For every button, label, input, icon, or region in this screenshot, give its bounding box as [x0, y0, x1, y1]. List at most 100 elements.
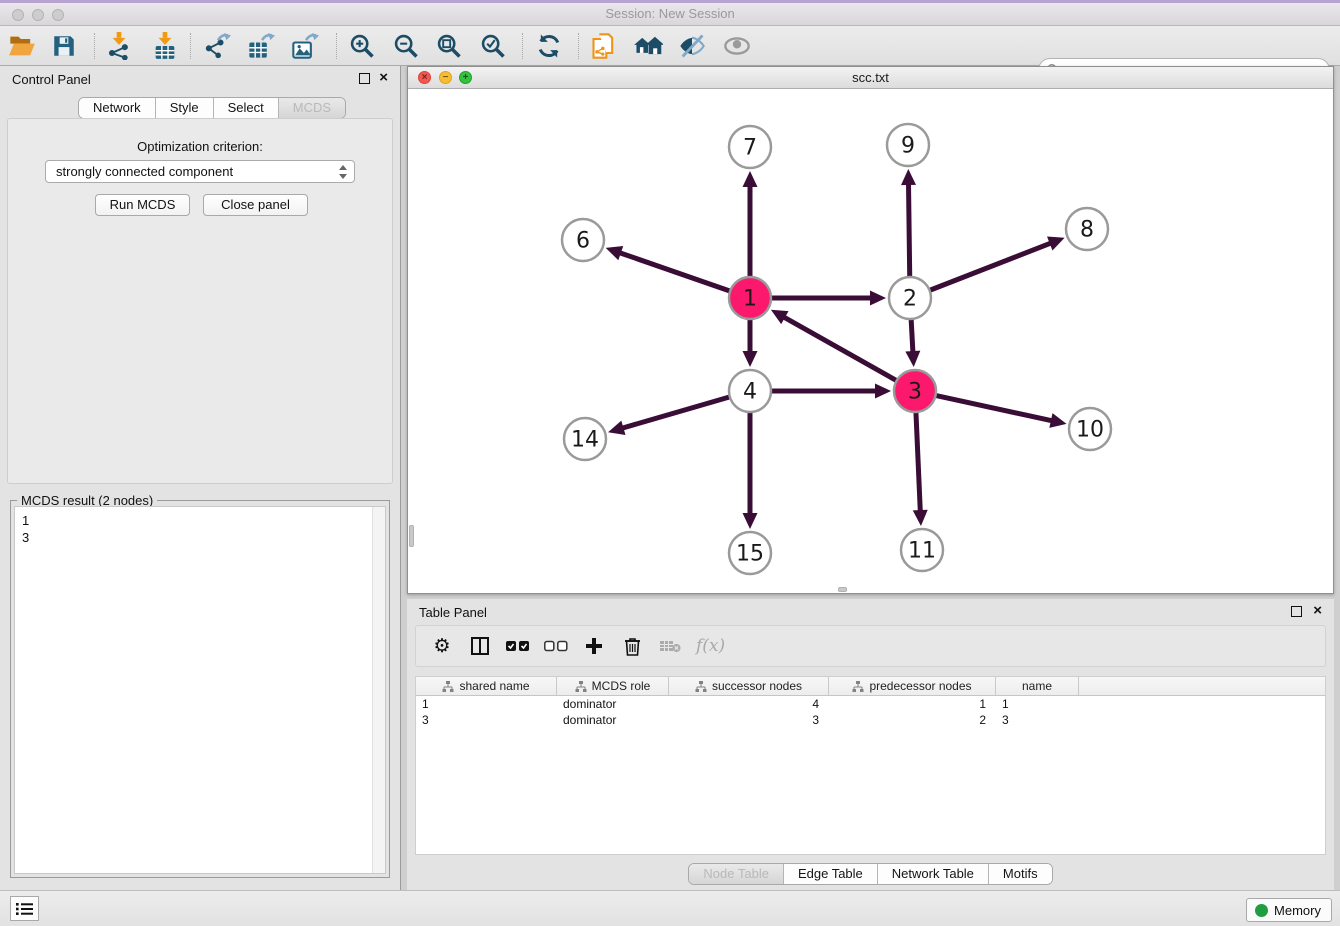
hide-graphics-details-icon[interactable]: [676, 31, 708, 61]
tab-mcds[interactable]: MCDS: [279, 98, 345, 118]
table-options-icon[interactable]: ⚙: [430, 632, 454, 660]
edge-4-14[interactable]: [621, 397, 729, 429]
save-session-icon[interactable]: [48, 31, 80, 61]
table-panel-float-icon[interactable]: [1291, 606, 1302, 617]
tab-style[interactable]: Style: [156, 98, 214, 118]
zoom-in-icon[interactable]: [346, 31, 378, 61]
zoom-out-icon[interactable]: [390, 31, 422, 61]
mcds-tab-content: Optimization criterion: strongly connect…: [7, 118, 393, 484]
table-tab-node-table[interactable]: Node Table: [689, 864, 784, 884]
home-icon[interactable]: [632, 31, 664, 61]
table-toolbar: ⚙ f(x): [415, 625, 1326, 667]
table-row[interactable]: 3dominator323: [416, 712, 1325, 728]
select-stepper-icon: [338, 164, 348, 186]
column-header-MCDS-role[interactable]: MCDS role: [557, 677, 669, 695]
column-header-successor-nodes[interactable]: successor nodes: [669, 677, 829, 695]
cell-successor-nodes[interactable]: 3: [669, 712, 829, 728]
run-mcds-button[interactable]: Run MCDS: [95, 194, 190, 216]
cell-shared-name[interactable]: 3: [416, 712, 557, 728]
function-builder-icon[interactable]: f(x): [696, 632, 725, 660]
select-all-columns-icon[interactable]: [506, 632, 530, 660]
delete-column-icon[interactable]: [620, 632, 644, 660]
cell-predecessor-nodes[interactable]: 2: [829, 712, 996, 728]
unselect-all-columns-icon[interactable]: [544, 632, 568, 660]
node-label-8: 8: [1080, 218, 1094, 243]
table-panel-title: Table Panel: [419, 605, 487, 620]
list-icon: [16, 902, 33, 916]
arrowhead-1-6: [606, 246, 624, 260]
show-graphics-details-icon[interactable]: [721, 31, 753, 61]
node-label-3: 3: [908, 380, 922, 405]
control-panel-title: Control Panel: [12, 72, 91, 87]
app-titlebar: Session: New Session: [0, 0, 1340, 26]
cell-shared-name[interactable]: 1: [416, 696, 557, 712]
mcds-result-lines: 13: [22, 512, 385, 546]
column-header-predecessor-nodes[interactable]: predecessor nodes: [829, 677, 996, 695]
cell-MCDS-role[interactable]: dominator: [557, 696, 669, 712]
memory-button[interactable]: Memory: [1246, 898, 1332, 922]
delete-table-icon[interactable]: [658, 632, 682, 660]
arrowhead-2-9: [901, 169, 916, 185]
import-network-icon[interactable]: [103, 31, 135, 61]
open-session-icon[interactable]: [6, 31, 38, 61]
cell-predecessor-nodes[interactable]: 1: [829, 696, 996, 712]
edge-3-11[interactable]: [916, 412, 920, 512]
refresh-icon[interactable]: [533, 31, 565, 61]
edge-2-3[interactable]: [911, 319, 913, 353]
control-panel-float-icon[interactable]: [359, 73, 370, 84]
show-column-icon[interactable]: [468, 632, 492, 660]
network-graph[interactable]: 1234678910111415: [408, 89, 1333, 593]
column-header-name[interactable]: name: [996, 677, 1079, 695]
table-tab-motifs[interactable]: Motifs: [989, 864, 1052, 884]
arrowhead-1-2: [870, 291, 886, 306]
zoom-fit-icon[interactable]: [433, 31, 465, 61]
table-tab-network-table[interactable]: Network Table: [878, 864, 989, 884]
close-panel-button[interactable]: Close panel: [203, 194, 308, 216]
table-row[interactable]: 1dominator411: [416, 696, 1325, 712]
network-window-titlebar[interactable]: × − + scc.txt: [408, 67, 1333, 89]
edge-2-9[interactable]: [908, 183, 909, 277]
edge-2-8[interactable]: [930, 243, 1052, 291]
tab-select[interactable]: Select: [214, 98, 279, 118]
mcds-result-scrollbar[interactable]: [372, 507, 385, 873]
mcds-result-text[interactable]: 13: [14, 506, 386, 874]
column-label: name: [1022, 679, 1052, 693]
cell-MCDS-role[interactable]: dominator: [557, 712, 669, 728]
export-image-icon[interactable]: [289, 31, 321, 61]
network-canvas[interactable]: 1234678910111415: [408, 89, 1333, 593]
node-table[interactable]: shared nameMCDS rolesuccessor nodesprede…: [415, 676, 1326, 855]
node-label-7: 7: [743, 136, 757, 161]
canvas-hscroll-thumb[interactable]: [838, 587, 847, 592]
cell-name[interactable]: 3: [996, 712, 1079, 728]
copy-network-icon[interactable]: [588, 31, 620, 61]
zoom-selected-icon[interactable]: [477, 31, 509, 61]
arrowhead-4-14: [608, 421, 625, 435]
node-label-6: 6: [576, 229, 590, 254]
task-history-button[interactable]: [10, 896, 39, 921]
optimization-criterion-select[interactable]: strongly connected component: [45, 160, 355, 183]
network-view-window: × − + scc.txt 1234678910111415: [407, 66, 1334, 594]
edge-1-6[interactable]: [619, 252, 730, 291]
cell-successor-nodes[interactable]: 4: [669, 696, 829, 712]
hierarchy-icon: [695, 681, 707, 692]
canvas-vscroll-thumb[interactable]: [409, 525, 414, 547]
table-panel-close-icon[interactable]: ×: [1313, 602, 1322, 620]
optimization-criterion-value: strongly connected component: [56, 164, 233, 179]
column-header-shared-name[interactable]: shared name: [416, 677, 557, 695]
export-network-icon[interactable]: [201, 31, 233, 61]
control-panel-close-icon[interactable]: ×: [379, 69, 388, 87]
tab-network[interactable]: Network: [79, 98, 156, 118]
hierarchy-icon: [852, 681, 864, 692]
node-label-4: 4: [743, 380, 757, 405]
export-table-icon[interactable]: [245, 31, 277, 61]
cell-name[interactable]: 1: [996, 696, 1079, 712]
optimization-criterion-label: Optimization criterion:: [8, 139, 392, 154]
node-table-header: shared nameMCDS rolesuccessor nodesprede…: [416, 677, 1325, 696]
control-panel-titlebar: Control Panel ×: [0, 66, 400, 92]
node-table-body: 1dominator4113dominator323: [416, 696, 1325, 728]
import-table-icon[interactable]: [149, 31, 181, 61]
edge-3-1[interactable]: [783, 317, 897, 381]
table-tab-edge-table[interactable]: Edge Table: [784, 864, 878, 884]
add-column-icon[interactable]: [582, 632, 606, 660]
edge-3-10[interactable]: [936, 395, 1053, 420]
